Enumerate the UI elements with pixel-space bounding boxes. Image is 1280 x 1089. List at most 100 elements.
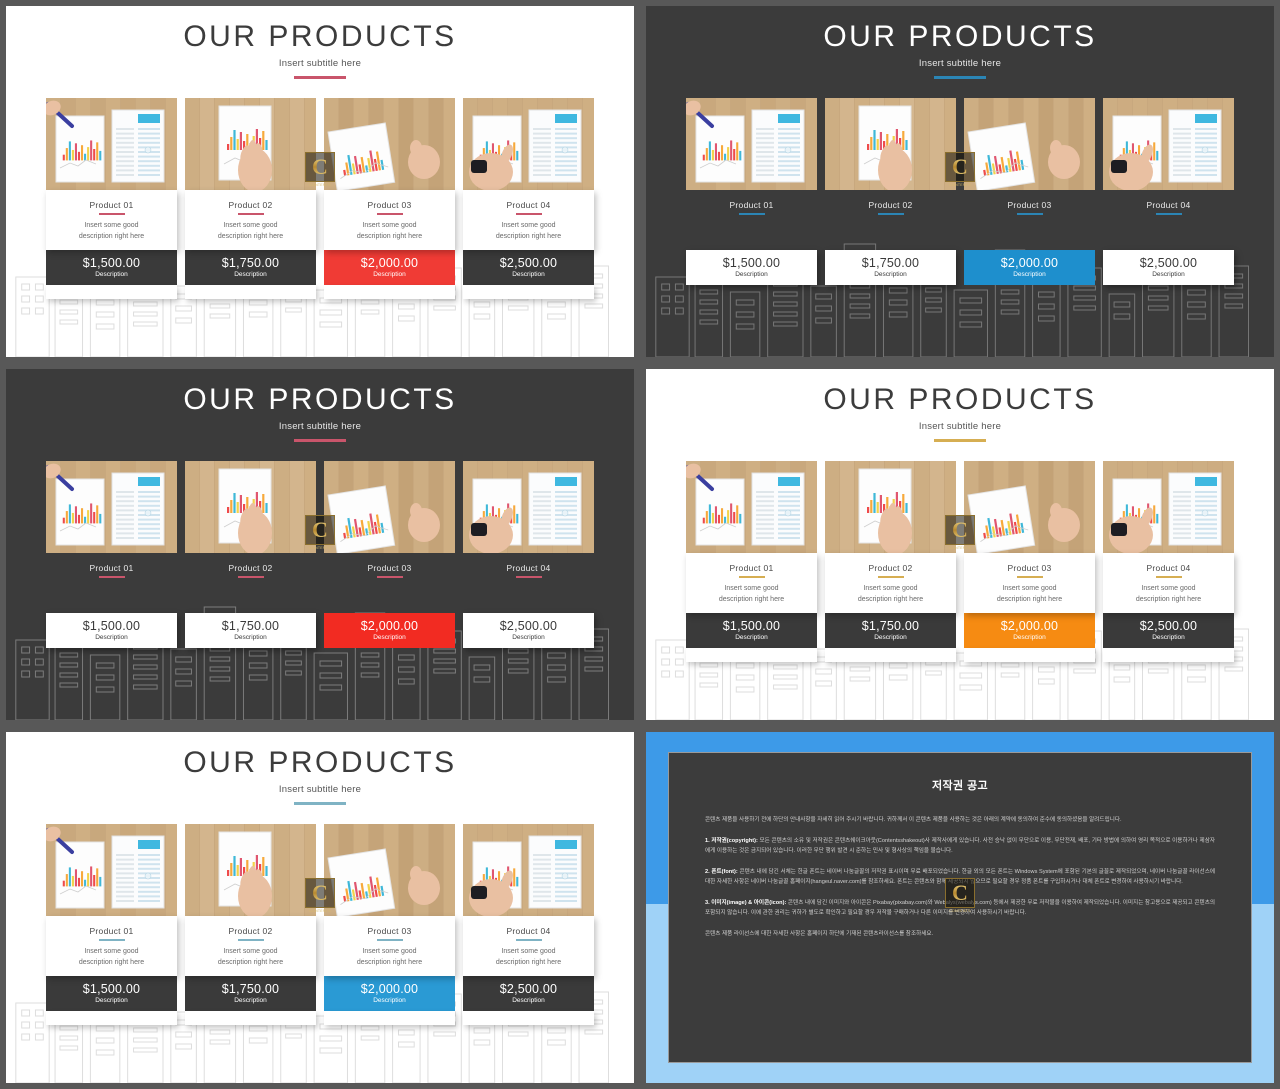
product-price-label: Description (373, 997, 406, 1004)
product-price-block[interactable]: $1,500.00 Description (46, 613, 177, 648)
product-name-underline (738, 576, 765, 578)
product-price: $1,750.00 (861, 256, 920, 270)
product-price-block[interactable]: $1,750.00 Description (185, 250, 316, 285)
product-price: $1,500.00 (722, 619, 781, 633)
product-card[interactable]: Product 01Insert some gooddescription ri… (686, 461, 817, 662)
page-title: OUR PRODUCTS (183, 383, 457, 416)
product-photo (324, 98, 455, 190)
copyright-frame: 저작권 공고 콘텐츠 제품을 사용하기 전에 하단의 안내사항을 자세히 읽어 … (646, 732, 1274, 1083)
product-card-body: Product 04 Insert some good description ri… (463, 190, 594, 250)
product-card[interactable]: Product 03Insert some gooddescription ri… (964, 98, 1095, 285)
product-card-footer (324, 1011, 455, 1025)
product-description-line1: Insert some good (362, 948, 417, 955)
product-price-block[interactable]: $1,500.00 Description (686, 613, 817, 648)
product-price-block[interactable]: $1,750.00 Description (185, 613, 316, 648)
copyright-item-2-text: 콘텐츠 내에 담긴 서체는 한글 폰트는 네이버 나눔글꼴의 저작권 표시이며 … (705, 868, 1215, 886)
slide-4[interactable]: OUR PRODUCTS Insert subtitle here Produc… (640, 363, 1280, 726)
copyright-intro: 콘텐츠 제품을 사용하기 전에 하단의 안내사항을 자세히 읽어 주시기 바랍니… (705, 817, 1122, 823)
product-card[interactable]: Product 02Insert some gooddescription ri… (825, 461, 956, 662)
product-name: Product 04 (506, 200, 551, 210)
slide-2-canvas: OUR PRODUCTS Insert subtitle here Produc… (646, 6, 1274, 357)
slide-2[interactable]: OUR PRODUCTS Insert subtitle here Produc… (640, 0, 1280, 363)
copyright-item-2-label: 2. 폰트(font): (705, 868, 738, 875)
product-name-underline (1155, 576, 1182, 578)
product-price-block[interactable]: $1,500.00 Description (686, 250, 817, 285)
product-card[interactable]: Product 01Insert some gooddescription ri… (46, 824, 177, 1025)
product-name: Product 02 (228, 200, 273, 210)
slide-6-copyright[interactable]: 저작권 공고 콘텐츠 제품을 사용하기 전에 하단의 안내사항을 자세히 읽어 … (640, 726, 1280, 1089)
copyright-item-1-label: 1. 저작권(copyright): (705, 837, 758, 844)
product-card[interactable]: Product 04Insert some gooddescription ri… (463, 824, 594, 1025)
product-description: Insert some good description right here (185, 946, 316, 976)
product-description-line2: description right here (217, 233, 284, 240)
product-photo (46, 824, 177, 916)
product-photo (1103, 461, 1234, 553)
product-card-body: Product 01 Insert some good description ri… (686, 553, 817, 613)
product-price-block[interactable]: $2,000.00 Description (324, 613, 455, 648)
product-name: Product 01 (729, 563, 774, 573)
product-description-line2: description right here (1135, 596, 1202, 603)
slide-5[interactable]: OUR PRODUCTS Insert subtitle here Produc… (0, 726, 640, 1089)
product-photo (463, 824, 594, 916)
product-price-block[interactable]: $2,000.00 Description (324, 976, 455, 1011)
product-price-block[interactable]: $2,500.00 Description (1103, 250, 1234, 285)
slide-3[interactable]: OUR PRODUCTS Insert subtitle here Produc… (0, 363, 640, 726)
product-price-label: Description (735, 271, 768, 278)
product-price: $2,500.00 (499, 619, 558, 633)
product-card[interactable]: Product 02Insert some gooddescription ri… (185, 824, 316, 1025)
product-price-block[interactable]: $2,500.00 Description (463, 250, 594, 285)
slide-1[interactable]: OUR PRODUCTS Insert subtitle here Produc… (0, 0, 640, 363)
product-price-block[interactable]: $1,750.00 Description (825, 613, 956, 648)
product-name: Product 02 (868, 563, 913, 573)
product-card[interactable]: Product 03Insert some gooddescription ri… (964, 461, 1095, 662)
product-price-block[interactable]: $1,750.00 Description (825, 250, 956, 285)
product-price-block[interactable]: $2,500.00 Description (463, 613, 594, 648)
product-price-block[interactable]: $1,500.00 Description (46, 250, 177, 285)
product-price: $1,750.00 (221, 619, 280, 633)
slide-deck-grid: OUR PRODUCTS Insert subtitle here Produc… (0, 0, 1280, 1089)
product-description-line2: description right here (495, 233, 562, 240)
product-price-block[interactable]: $1,500.00 Description (46, 976, 177, 1011)
product-card[interactable]: Product 04Insert some gooddescription ri… (1103, 98, 1234, 285)
product-description-line1: Insert some good (84, 222, 139, 229)
product-price: $1,500.00 (82, 256, 141, 270)
product-card[interactable]: Product 01 Insert some gooddescription ri… (46, 98, 177, 299)
product-price-label: Description (95, 997, 128, 1004)
product-description: Insert some good description right here (46, 220, 177, 250)
product-card[interactable]: Product 02Insert some gooddescription ri… (185, 461, 316, 648)
product-price: $2,000.00 (360, 619, 419, 633)
product-card-body: Product 03 Insert some good description ri… (324, 916, 455, 976)
product-card[interactable]: Product 01Insert some gooddescription ri… (686, 98, 817, 285)
product-card-body: Product 01 Insert some good description ri… (46, 916, 177, 976)
product-card[interactable]: Product 02Insert some gooddescription ri… (185, 98, 316, 299)
product-card[interactable]: Product 01Insert some gooddescription ri… (46, 461, 177, 648)
product-name-underline (376, 213, 403, 215)
product-price-label: Description (1152, 271, 1185, 278)
product-card[interactable]: Product 04Insert some gooddescription ri… (463, 98, 594, 299)
product-card[interactable]: Product 04Insert some gooddescription ri… (463, 461, 594, 648)
product-card[interactable]: Product 04Insert some gooddescription ri… (1103, 461, 1234, 662)
product-description-line2: description right here (857, 596, 924, 603)
product-price-block[interactable]: $2,000.00 Description (324, 250, 455, 285)
product-price-block[interactable]: $2,000.00 Description (964, 250, 1095, 285)
product-price-block[interactable]: $2,000.00 Description (964, 613, 1095, 648)
product-name: Product 01 (89, 200, 134, 210)
product-photo (324, 824, 455, 916)
product-price-block[interactable]: $2,500.00 Description (463, 976, 594, 1011)
product-description: Insert some good description right here (1103, 583, 1234, 613)
product-photo (185, 461, 316, 553)
product-price-block[interactable]: $2,500.00 Description (1103, 613, 1234, 648)
product-price: $1,750.00 (221, 982, 280, 996)
copyright-item-1: 1. 저작권(copyright): 모든 콘텐츠의 소유 및 저작권은 콘텐츠… (705, 836, 1215, 857)
product-description-line2: description right here (78, 959, 145, 966)
product-price-block[interactable]: $1,750.00 Description (185, 976, 316, 1011)
slide-3-product-row: Product 01Insert some gooddescription ri… (46, 461, 594, 648)
product-card[interactable]: Product 03Insert some gooddescription ri… (324, 824, 455, 1025)
product-card[interactable]: Product 02Insert some gooddescription ri… (825, 98, 956, 285)
product-card[interactable]: Product 03Insert some gooddescription ri… (324, 98, 455, 299)
product-price-label: Description (874, 271, 907, 278)
slide-2-header: OUR PRODUCTS Insert subtitle here (646, 20, 1274, 79)
product-card-footer (46, 285, 177, 299)
product-card[interactable]: Product 03Insert some gooddescription ri… (324, 461, 455, 648)
page-subtitle: Insert subtitle here (278, 784, 362, 795)
